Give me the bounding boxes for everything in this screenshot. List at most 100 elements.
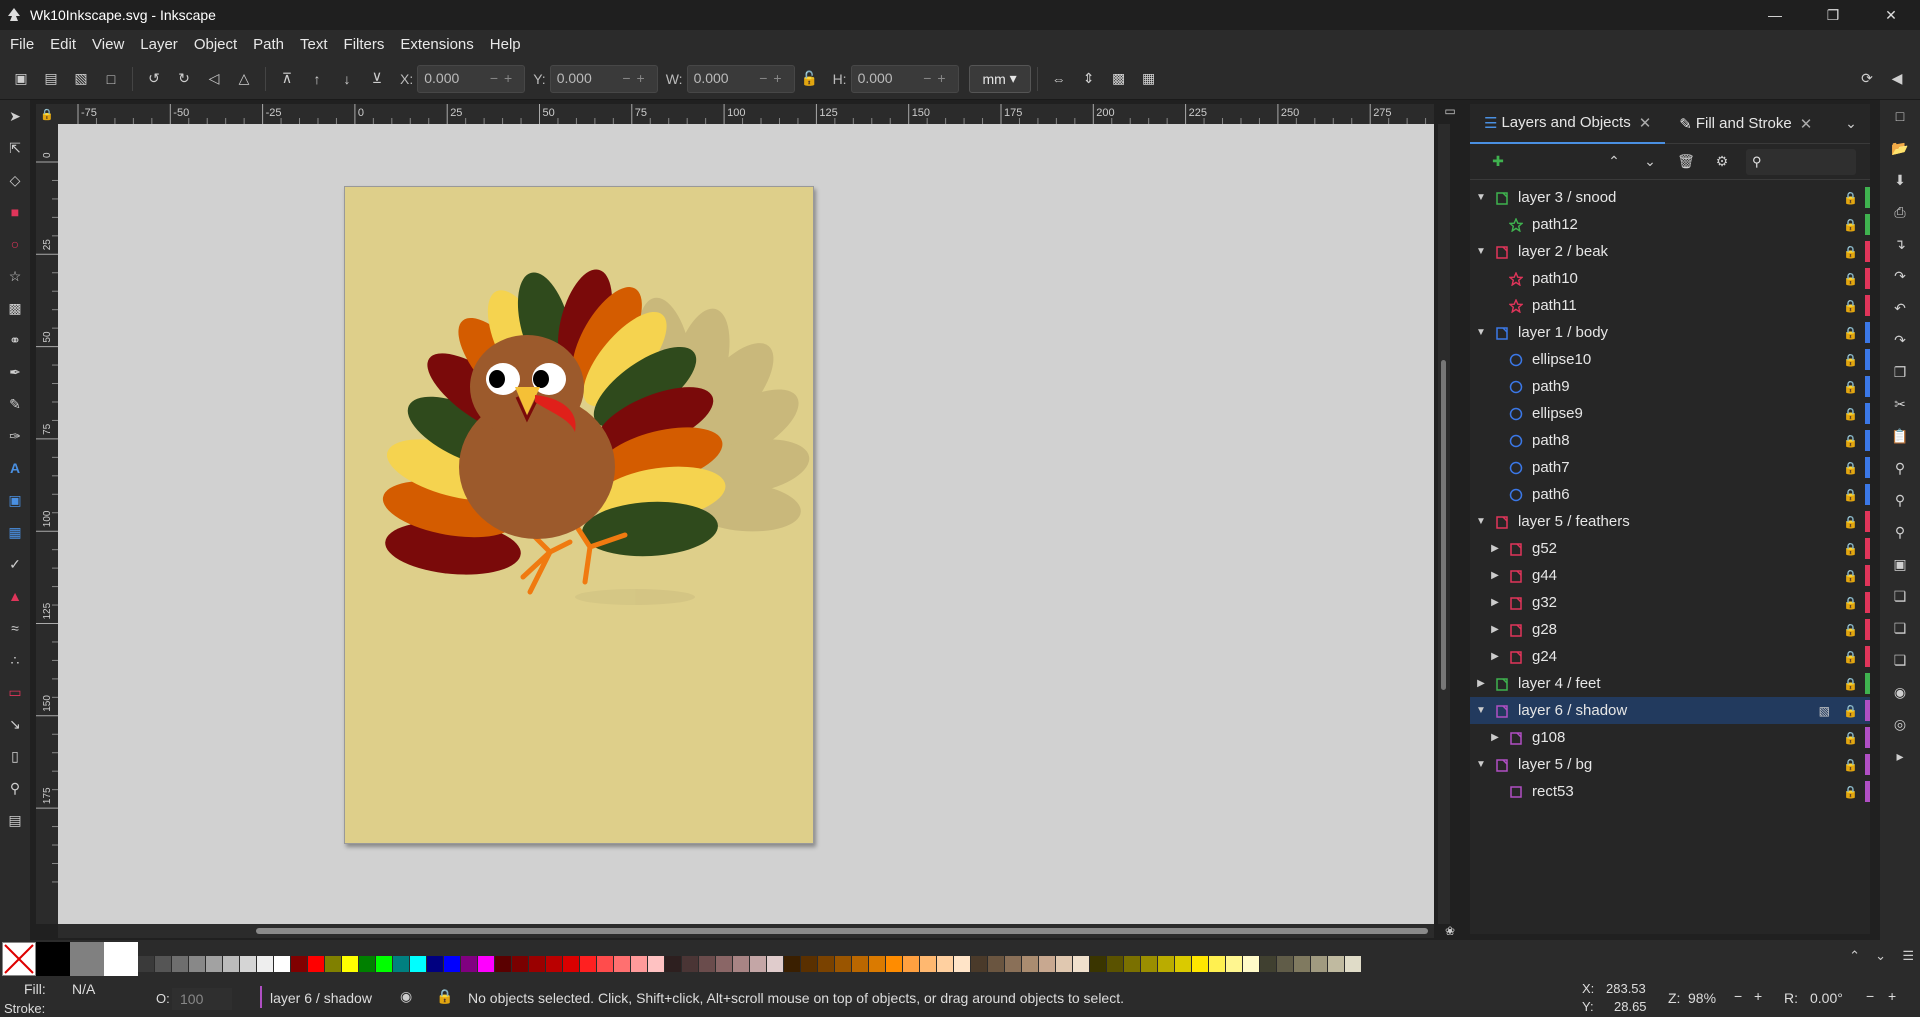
- menu-path[interactable]: Path: [245, 36, 292, 53]
- zoom-drawing-icon[interactable]: ⚲: [1880, 484, 1920, 516]
- h-input[interactable]: 0.000 −+: [850, 64, 959, 93]
- expand-down-icon[interactable]: ▼: [1474, 246, 1488, 257]
- expand-right-icon[interactable]: ▶: [1488, 570, 1502, 581]
- color-swatch[interactable]: [733, 956, 750, 972]
- tab-layers-objects[interactable]: ☰ Layers and Objects ✕: [1470, 104, 1666, 144]
- color-swatch[interactable]: [1294, 956, 1311, 972]
- zoom-selection-icon[interactable]: ⚲: [1880, 452, 1920, 484]
- current-layer[interactable]: layer 6 / shadow: [270, 990, 372, 1006]
- w-input[interactable]: 0.000 −+: [686, 64, 795, 93]
- color-swatch[interactable]: [495, 956, 512, 972]
- color-swatch[interactable]: [597, 956, 614, 972]
- undo-icon[interactable]: ↶: [1880, 292, 1920, 324]
- object-row[interactable]: ▶ g28 🔒: [1470, 616, 1870, 643]
- canvas[interactable]: [58, 124, 1434, 924]
- color-swatch[interactable]: [410, 956, 427, 972]
- color-swatch[interactable]: [1124, 956, 1141, 972]
- color-swatch[interactable]: [716, 956, 733, 972]
- vertical-scrollbar[interactable]: [1438, 124, 1450, 924]
- color-swatch[interactable]: [291, 956, 308, 972]
- color-swatch[interactable]: [784, 956, 801, 972]
- rectangle-tool-icon[interactable]: ■: [0, 196, 30, 228]
- color-swatch[interactable]: [971, 956, 988, 972]
- expand-right-icon[interactable]: ▶: [1488, 732, 1502, 743]
- select-all-icon[interactable]: ▣: [6, 64, 36, 94]
- color-swatch[interactable]: [580, 956, 597, 972]
- menu-layer[interactable]: Layer: [132, 36, 186, 53]
- lock-icon[interactable]: 🔒: [1843, 434, 1858, 448]
- lock-icon[interactable]: 🔒: [1843, 272, 1858, 286]
- lock-icon[interactable]: 🔒: [1843, 191, 1858, 205]
- color-swatch[interactable]: [1175, 956, 1192, 972]
- color-swatch[interactable]: [682, 956, 699, 972]
- color-swatch[interactable]: [818, 956, 835, 972]
- h-stepper-icon[interactable]: −+: [923, 70, 951, 88]
- object-row[interactable]: ▶ g24 🔒: [1470, 643, 1870, 670]
- zoom-value[interactable]: 98%: [1688, 990, 1716, 1006]
- color-swatch[interactable]: [1226, 956, 1243, 972]
- color-swatch[interactable]: [1039, 956, 1056, 972]
- eye-icon[interactable]: ◉: [400, 988, 412, 1005]
- paste-icon[interactable]: 📋: [1880, 420, 1920, 452]
- color-swatch[interactable]: [512, 956, 529, 972]
- move-down-icon[interactable]: ⌄: [1632, 147, 1668, 177]
- object-row[interactable]: ▶ g32 🔒: [1470, 589, 1870, 616]
- black-swatch[interactable]: [36, 942, 70, 976]
- color-swatch[interactable]: [444, 956, 461, 972]
- zoom-out-icon[interactable]: −: [1734, 988, 1742, 1004]
- object-row[interactable]: path10 🔒: [1470, 265, 1870, 292]
- color-swatch[interactable]: [240, 956, 257, 972]
- export-icon[interactable]: ↷: [1880, 260, 1920, 292]
- palette-menu-icon[interactable]: ☰: [1902, 948, 1914, 964]
- color-swatch[interactable]: [155, 956, 172, 972]
- menu-view[interactable]: View: [84, 36, 132, 53]
- color-swatch[interactable]: [886, 956, 903, 972]
- ungroup-icon[interactable]: ◎: [1880, 708, 1920, 740]
- node-tool-icon[interactable]: ⇱: [0, 132, 30, 164]
- pages-tool-icon[interactable]: ▯: [0, 740, 30, 772]
- color-swatch[interactable]: [1073, 956, 1090, 972]
- color-swatch[interactable]: [1158, 956, 1175, 972]
- vertical-scroll-thumb[interactable]: [1441, 360, 1446, 690]
- open-icon[interactable]: 📂: [1880, 132, 1920, 164]
- settings-icon[interactable]: ⚙: [1704, 147, 1740, 177]
- color-swatch[interactable]: [852, 956, 869, 972]
- menu-object[interactable]: Object: [186, 36, 245, 53]
- expand-right-icon[interactable]: ▶: [1474, 678, 1488, 689]
- lock-icon[interactable]: 🔒: [1843, 218, 1858, 232]
- document-page[interactable]: [344, 186, 814, 844]
- save-icon[interactable]: ⬇: [1880, 164, 1920, 196]
- layer-row[interactable]: ▼ layer 6 / shadow ▧ 🔒: [1470, 697, 1870, 724]
- y-input[interactable]: 0.000 −+: [549, 64, 658, 93]
- color-swatch[interactable]: [1260, 956, 1277, 972]
- x-stepper-icon[interactable]: −+: [490, 70, 518, 88]
- menu-file[interactable]: File: [2, 36, 42, 53]
- eraser-tool-icon[interactable]: ▭: [0, 676, 30, 708]
- lock-icon[interactable]: 🔒: [1843, 488, 1858, 502]
- color-swatch[interactable]: [1090, 956, 1107, 972]
- color-swatch[interactable]: [1328, 956, 1345, 972]
- calligraphy-tool-icon[interactable]: ✑: [0, 420, 30, 452]
- color-swatch[interactable]: [189, 956, 206, 972]
- display-mode-icon[interactable]: ▭: [1440, 104, 1460, 124]
- rotate-plus-icon[interactable]: +: [1888, 988, 1896, 1004]
- lock-ratio-icon[interactable]: 🔓: [795, 64, 825, 94]
- color-swatch[interactable]: [1243, 956, 1260, 972]
- chevron-down-icon[interactable]: ⌄: [1836, 109, 1866, 139]
- add-layer-icon[interactable]: ✚: [1480, 147, 1516, 177]
- color-swatch[interactable]: [1022, 956, 1039, 972]
- layer-row[interactable]: ▼ layer 1 / body 🔒: [1470, 319, 1870, 346]
- object-row[interactable]: ellipse10 🔒: [1470, 346, 1870, 373]
- connector-tool-icon[interactable]: ↘: [0, 708, 30, 740]
- color-swatch[interactable]: [1209, 956, 1226, 972]
- color-swatch[interactable]: [529, 956, 546, 972]
- zoom-tool-icon[interactable]: ⚲: [0, 772, 30, 804]
- lower-icon[interactable]: ↓: [332, 64, 362, 94]
- color-swatch[interactable]: [699, 956, 716, 972]
- layer-row[interactable]: ▼ layer 2 / beak 🔒: [1470, 238, 1870, 265]
- expand-down-icon[interactable]: ▼: [1474, 516, 1488, 527]
- lower-to-bottom-icon[interactable]: ⊻: [362, 64, 392, 94]
- color-swatch[interactable]: [954, 956, 971, 972]
- color-swatch[interactable]: [614, 956, 631, 972]
- lock-icon[interactable]: 🔒: [1843, 461, 1858, 475]
